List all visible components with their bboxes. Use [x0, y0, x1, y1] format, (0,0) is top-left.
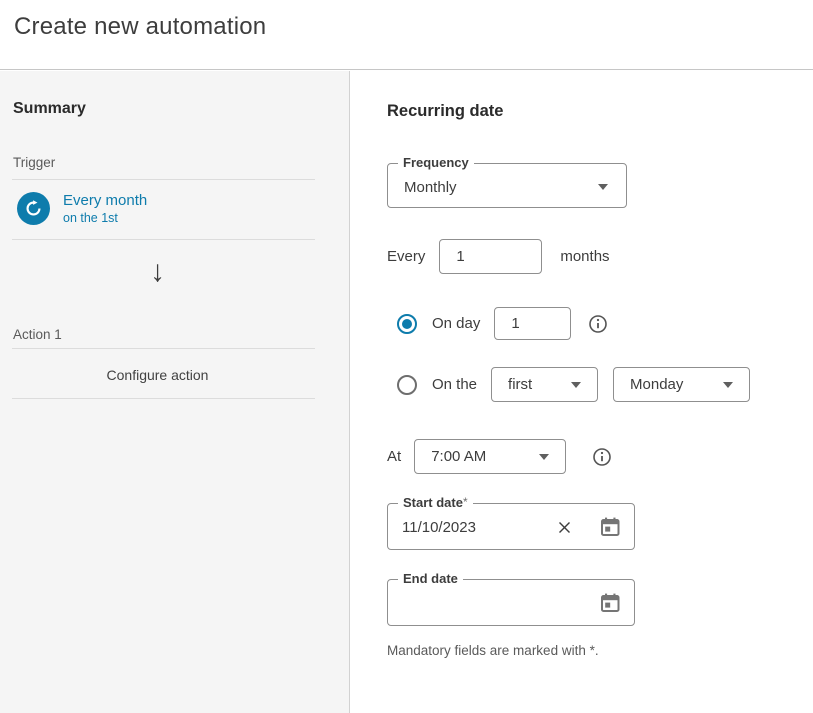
clear-start-date-button[interactable]: [557, 520, 572, 535]
caret-down-icon: [571, 382, 581, 388]
create-automation-dialog: Create new automation Summary Trigger Ev…: [0, 0, 813, 713]
caret-down-icon: [598, 184, 608, 190]
page-title: Create new automation: [14, 13, 266, 41]
interval-row: Every months: [387, 239, 610, 274]
frequency-value: Monthly: [404, 179, 457, 196]
start-date-value: 11/10/2023: [402, 519, 476, 536]
divider: [12, 348, 315, 349]
frequency-label: Frequency: [398, 155, 474, 170]
info-icon[interactable]: [592, 447, 612, 467]
weekday-value: Monday: [630, 376, 683, 393]
on-day-row: On day: [397, 307, 608, 340]
on-day-radio[interactable]: [397, 314, 417, 334]
configure-action-button[interactable]: Configure action: [0, 367, 315, 383]
info-icon[interactable]: [588, 314, 608, 334]
start-date-label: Start date*: [398, 495, 473, 510]
form-heading: Recurring date: [387, 102, 503, 121]
end-date-field[interactable]: End date: [387, 579, 635, 626]
time-select[interactable]: 7:00 AM: [414, 439, 566, 474]
recurring-date-panel: Recurring date Frequency Monthly Every m…: [351, 71, 813, 713]
caret-down-icon: [723, 382, 733, 388]
interval-suffix-label: months: [560, 248, 609, 265]
interval-input[interactable]: [439, 239, 542, 274]
ordinal-value: first: [508, 376, 532, 393]
on-the-radio[interactable]: [397, 375, 417, 395]
divider: [12, 179, 315, 180]
on-the-row: On the first Monday: [397, 367, 750, 402]
divider: [12, 398, 315, 399]
divider: [12, 239, 315, 240]
time-value: 7:00 AM: [431, 448, 486, 465]
mandatory-fields-note: Mandatory fields are marked with *.: [387, 643, 599, 658]
start-date-field[interactable]: Start date* 11/10/2023: [387, 503, 635, 550]
required-marker: *: [463, 495, 468, 509]
on-day-label: On day: [432, 315, 480, 332]
trigger-summary-text: Every month on the 1st: [63, 191, 147, 226]
action-section-label: Action 1: [13, 327, 62, 342]
frequency-select[interactable]: Frequency Monthly: [387, 163, 627, 208]
trigger-section-label: Trigger: [13, 155, 55, 170]
trigger-summary-item[interactable]: Every month on the 1st: [17, 192, 147, 226]
time-prefix-label: At: [387, 448, 401, 465]
trigger-title: Every month: [63, 191, 147, 210]
dialog-header: Create new automation: [0, 0, 813, 70]
on-the-label: On the: [432, 376, 477, 393]
interval-prefix-label: Every: [387, 248, 425, 265]
end-date-label: End date: [398, 571, 463, 586]
summary-heading: Summary: [13, 100, 86, 118]
weekday-select[interactable]: Monday: [613, 367, 750, 402]
on-day-input[interactable]: [494, 307, 571, 340]
summary-panel: Summary Trigger Every month on the 1st ↓…: [0, 71, 350, 713]
caret-down-icon: [539, 454, 549, 460]
ordinal-select[interactable]: first: [491, 367, 598, 402]
calendar-icon[interactable]: [598, 591, 622, 615]
calendar-icon[interactable]: [598, 515, 622, 539]
time-row: At 7:00 AM: [387, 439, 612, 474]
trigger-subtitle: on the 1st: [63, 210, 147, 226]
recurrence-icon: [17, 192, 50, 225]
arrow-down-icon: ↓: [0, 257, 315, 287]
